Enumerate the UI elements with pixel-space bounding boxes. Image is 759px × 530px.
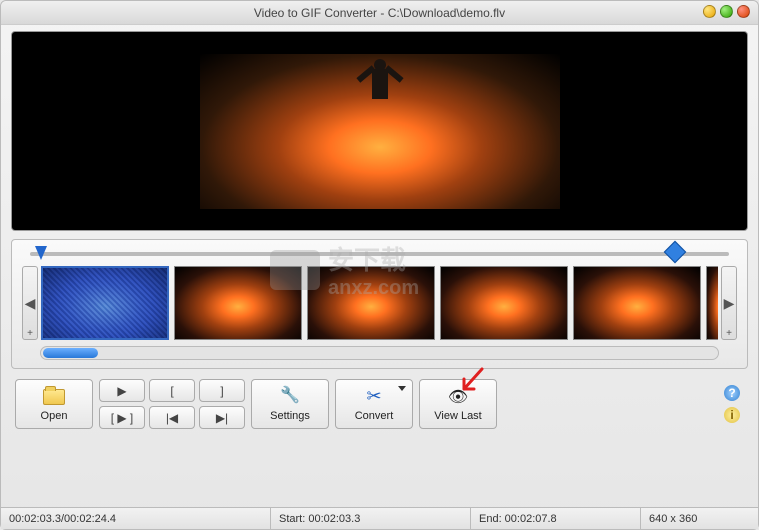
prev-frame-button[interactable]: |◀ <box>149 406 195 429</box>
thumbnail[interactable] <box>440 266 568 340</box>
play-button[interactable]: ▶ <box>99 379 145 402</box>
status-dimensions: 640 x 360 <box>641 508 758 529</box>
status-time: 00:02:03.3/00:02:24.4 <box>1 508 271 529</box>
info-button[interactable]: i <box>724 407 740 423</box>
help-icons: ? i <box>720 379 744 429</box>
settings-label: Settings <box>270 410 310 422</box>
status-end: End: 00:02:07.8 <box>471 508 641 529</box>
preview-figure <box>360 59 400 109</box>
thumbnail[interactable] <box>706 266 718 340</box>
scrollbar-thumb[interactable] <box>43 348 98 358</box>
window-controls <box>703 5 750 18</box>
thumbnail[interactable] <box>174 266 302 340</box>
maximize-button[interactable] <box>720 5 733 18</box>
scissors-icon <box>363 387 385 407</box>
thumbnail[interactable] <box>573 266 701 340</box>
toolbar: Open ▶ [ ] [ ▶ ] |◀ ▶| Settings Convert <box>11 373 748 435</box>
video-preview[interactable] <box>11 31 748 231</box>
chevron-right-icon: ▶ <box>724 295 735 312</box>
thumbnail[interactable] <box>307 266 435 340</box>
plus-icon: + <box>27 328 33 339</box>
range-start-marker[interactable] <box>35 246 47 260</box>
seek-track[interactable] <box>30 252 729 256</box>
status-bar: 00:02:03.3/00:02:24.4 Start: 00:02:03.3 … <box>1 507 758 529</box>
app-window: Video to GIF Converter - C:\Download\dem… <box>0 0 759 530</box>
timeline-panel: ◀+ ▶+ <box>11 239 748 369</box>
playback-grid: ▶ [ ] [ ▶ ] |◀ ▶| <box>99 379 245 429</box>
content-area: ◀+ ▶+ Open ▶ <box>1 25 758 507</box>
open-button[interactable]: Open <box>15 379 93 429</box>
plus-icon: + <box>726 328 732 339</box>
folder-icon <box>43 387 65 407</box>
thumbnail-selected[interactable] <box>41 266 169 340</box>
chevron-left-icon: ◀ <box>25 295 36 312</box>
titlebar: Video to GIF Converter - C:\Download\dem… <box>1 1 758 25</box>
range-end-marker[interactable] <box>667 246 679 260</box>
window-title: Video to GIF Converter - C:\Download\dem… <box>254 6 505 20</box>
wrench-icon <box>280 387 300 407</box>
thumbnails <box>41 266 718 340</box>
status-start: Start: 00:02:03.3 <box>271 508 471 529</box>
open-label: Open <box>41 410 68 422</box>
play-range-button[interactable]: [ ▶ ] <box>99 406 145 429</box>
thumbs-scrollbar[interactable] <box>40 346 719 360</box>
close-button[interactable] <box>737 5 750 18</box>
thumbs-next-button[interactable]: ▶+ <box>721 266 737 340</box>
help-button[interactable]: ? <box>724 385 740 401</box>
convert-label: Convert <box>355 410 394 422</box>
dropdown-arrow-icon[interactable] <box>398 386 406 391</box>
convert-button[interactable]: Convert <box>335 379 413 429</box>
mark-out-button[interactable]: ] <box>199 379 245 402</box>
seek-bar[interactable] <box>20 246 739 262</box>
settings-button[interactable]: Settings <box>251 379 329 429</box>
view-last-label: View Last <box>434 410 482 422</box>
preview-frame <box>200 54 560 209</box>
next-frame-button[interactable]: ▶| <box>199 406 245 429</box>
annotation-arrow <box>456 367 486 397</box>
thumbnail-strip: ◀+ ▶+ <box>20 262 739 342</box>
mark-in-button[interactable]: [ <box>149 379 195 402</box>
thumbs-prev-button[interactable]: ◀+ <box>22 266 38 340</box>
minimize-button[interactable] <box>703 5 716 18</box>
